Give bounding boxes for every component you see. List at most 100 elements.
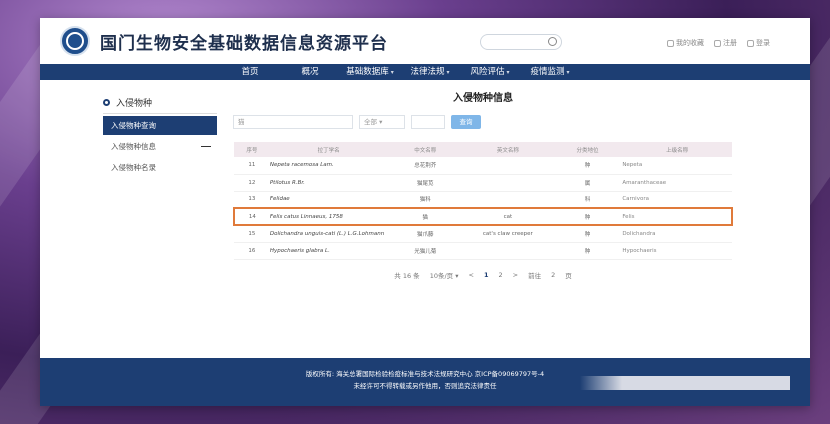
content-area: 入侵物种 入侵物种查询 入侵物种信息 入侵物种名录 入侵物种信息 猫 全部 ▾ … bbox=[40, 80, 810, 358]
nav-label: 概况 bbox=[301, 67, 319, 77]
range-input[interactable] bbox=[411, 115, 445, 129]
chevron-down-icon: ▾ bbox=[390, 69, 394, 76]
sidebar-item-list[interactable]: 入侵物种名录 bbox=[103, 158, 217, 177]
results-table: 序号 拉丁学名 中文名称 英文名称 分类地位 上级名称 11 Nepeta rac… bbox=[233, 142, 733, 260]
table-cell[interactable]: Felidae bbox=[269, 191, 388, 209]
sidebar-item-info[interactable]: 入侵物种信息 bbox=[103, 137, 217, 156]
chevron-down-icon: ▾ bbox=[379, 118, 383, 126]
search-icon[interactable] bbox=[548, 37, 557, 46]
table-cell[interactable]: Hypochaeris glabra L. bbox=[269, 242, 388, 260]
nav-monitor[interactable]: 疫情监测 ▾ bbox=[520, 64, 580, 80]
chevron-down-icon: ▾ bbox=[566, 69, 570, 76]
page-size-select[interactable]: 10条/页 ▾ bbox=[430, 270, 459, 280]
goto-page-input[interactable]: 2 bbox=[551, 271, 555, 279]
total-count: 共 16 条 bbox=[394, 271, 420, 280]
site-title[interactable]: 国门生物安全基础数据信息资源平台 bbox=[100, 29, 388, 54]
table-row[interactable]: 13 Felidae 猫科 科 Carnivora bbox=[234, 191, 732, 209]
nav-risk[interactable]: 风险评估 ▾ bbox=[460, 64, 520, 80]
table-cell: 种 bbox=[552, 242, 623, 260]
login-link[interactable]: 登录 bbox=[747, 38, 770, 48]
col-header[interactable]: 分类地位 bbox=[552, 142, 623, 157]
nav-overview[interactable]: 概况 bbox=[280, 64, 340, 80]
site-header: 国门生物安全基础数据信息资源平台 我的收藏 注册 登录 bbox=[40, 18, 810, 64]
table-cell: 种 bbox=[552, 207, 623, 226]
table-row[interactable]: 15 Dolichandra unguis-cati (L.) L.G.Lohma… bbox=[234, 225, 732, 243]
register-label: 注册 bbox=[723, 39, 737, 47]
table-cell: cat bbox=[463, 207, 553, 226]
table-cell: 总花荆芥 bbox=[387, 157, 464, 175]
field-select[interactable]: 全部 ▾ bbox=[359, 115, 405, 129]
nav-label: 基础数据库 bbox=[346, 67, 389, 77]
table-cell: 16 bbox=[234, 242, 270, 260]
heart-icon bbox=[667, 39, 674, 47]
table-cell bbox=[463, 157, 553, 175]
site-logo-icon[interactable] bbox=[60, 26, 90, 56]
table-cell bbox=[463, 242, 553, 260]
table-cell: 11 bbox=[234, 157, 270, 175]
table-cell: 12 bbox=[234, 174, 270, 192]
search-button[interactable]: 查询 bbox=[451, 115, 481, 129]
col-header[interactable]: 中文名称 bbox=[387, 142, 464, 157]
browser-page: 国门生物安全基础数据信息资源平台 我的收藏 注册 登录 首页 概况 基础数据库 ▾… bbox=[40, 18, 810, 406]
col-header[interactable]: 上级名称 bbox=[622, 142, 732, 157]
search-input[interactable] bbox=[480, 34, 562, 50]
table-cell: Felis bbox=[622, 207, 733, 226]
table-cell: Carnivora bbox=[622, 191, 732, 209]
table-cell: Hypochaeris bbox=[622, 242, 732, 260]
chevron-down-icon: ▾ bbox=[455, 271, 459, 280]
page-1-button[interactable]: 1 bbox=[484, 271, 489, 279]
table-cell bbox=[463, 191, 553, 209]
page-2-button[interactable]: 2 bbox=[498, 271, 502, 279]
nav-label: 法律法规 bbox=[410, 67, 445, 77]
nav-laws[interactable]: 法律法规 ▾ bbox=[400, 64, 460, 80]
table-row[interactable]: 11 Nepeta racemosa Lam. 总花荆芥 种 Nepeta bbox=[234, 157, 732, 175]
table-cell: 光猫儿菊 bbox=[387, 242, 464, 260]
prev-page-button[interactable]: < bbox=[469, 271, 474, 279]
chevron-down-icon: ▾ bbox=[506, 69, 510, 76]
table-cell[interactable]: Ptilotus R.Br. bbox=[269, 174, 388, 192]
table-row[interactable]: 12 Ptilotus R.Br. 猫尾苋 属 Amaranthaceae bbox=[234, 174, 732, 192]
login-label: 登录 bbox=[756, 39, 770, 47]
favorites-link[interactable]: 我的收藏 bbox=[667, 38, 704, 48]
dash-icon bbox=[201, 146, 211, 147]
table-header-row: 序号 拉丁学名 中文名称 英文名称 分类地位 上级名称 bbox=[234, 142, 732, 157]
page-title: 入侵物种信息 bbox=[453, 93, 513, 104]
sidebar-item-label: 入侵物种信息 bbox=[111, 142, 156, 151]
sidebar-title-label: 入侵物种 bbox=[116, 99, 153, 109]
filter-bar: 猫 全部 ▾ 查询 bbox=[233, 114, 733, 130]
table-cell[interactable]: Felis catus Linnaeus, 1758 bbox=[269, 207, 388, 226]
main-panel: 入侵物种信息 猫 全部 ▾ 查询 序号 拉丁学名 中文名称 英文名称 分类地位 … bbox=[233, 88, 733, 280]
pagination: 共 16 条 10条/页 ▾ < 1 2 > 前往 2 页 bbox=[233, 270, 733, 280]
table-cell bbox=[463, 174, 553, 192]
table-row[interactable]: 14 Felis catus Linnaeus, 1758 猫 cat 种 Felis bbox=[233, 207, 733, 226]
nav-home[interactable]: 首页 bbox=[220, 64, 280, 80]
table-cell: 猫 bbox=[387, 207, 464, 226]
table-cell: Amaranthaceae bbox=[622, 174, 732, 192]
nav-label: 风险评估 bbox=[470, 67, 505, 77]
register-icon bbox=[714, 39, 721, 47]
table-cell: cat's claw creeper bbox=[463, 225, 553, 243]
table-cell: 猫尾苋 bbox=[387, 174, 464, 192]
table-cell[interactable]: Dolichandra unguis-cati (L.) L.G.Lohmann bbox=[269, 225, 388, 243]
user-icon bbox=[747, 39, 754, 47]
keyword-input[interactable]: 猫 bbox=[233, 115, 353, 129]
next-page-button[interactable]: > bbox=[513, 271, 518, 279]
circle-icon bbox=[103, 99, 110, 106]
register-link[interactable]: 注册 bbox=[714, 38, 737, 48]
sidebar-item-query[interactable]: 入侵物种查询 bbox=[103, 116, 217, 135]
table-cell: 14 bbox=[233, 207, 270, 226]
col-header[interactable]: 序号 bbox=[234, 142, 270, 157]
sidebar-item-label: 入侵物种名录 bbox=[111, 163, 156, 172]
sidebar: 入侵物种 入侵物种查询 入侵物种信息 入侵物种名录 bbox=[103, 92, 217, 177]
table-cell: 猫科 bbox=[387, 191, 464, 209]
table-cell: 15 bbox=[234, 225, 270, 243]
chevron-down-icon: ▾ bbox=[446, 69, 450, 76]
page-suffix: 页 bbox=[565, 271, 572, 280]
sidebar-title: 入侵物种 bbox=[103, 92, 217, 114]
col-header[interactable]: 拉丁学名 bbox=[269, 142, 388, 157]
nav-label: 首页 bbox=[241, 67, 259, 77]
table-cell[interactable]: Nepeta racemosa Lam. bbox=[269, 157, 388, 175]
table-row[interactable]: 16 Hypochaeris glabra L. 光猫儿菊 种 Hypochaeris bbox=[234, 242, 732, 260]
col-header[interactable]: 英文名称 bbox=[463, 142, 553, 157]
nav-database[interactable]: 基础数据库 ▾ bbox=[340, 64, 400, 80]
